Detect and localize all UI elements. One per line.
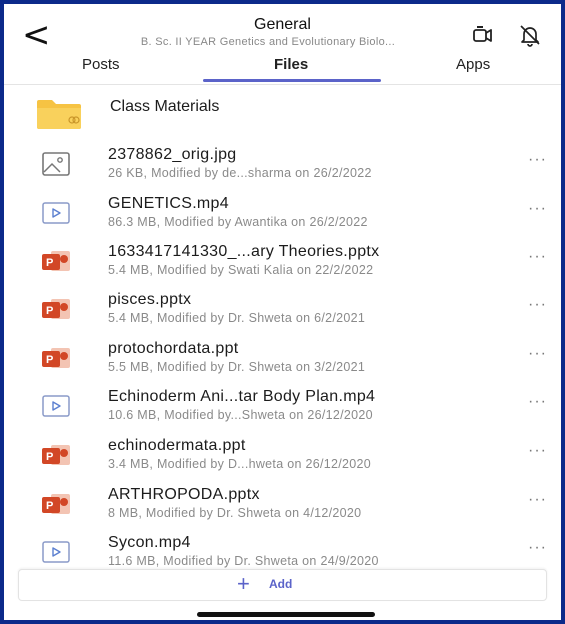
file-name: echinodermata.ppt bbox=[108, 437, 246, 454]
team-subtitle: B. Sc. II YEAR Genetics and Evolutionary… bbox=[140, 36, 396, 48]
notifications-off-icon[interactable] bbox=[517, 22, 543, 48]
more-options-icon[interactable]: ··· bbox=[528, 200, 547, 218]
file-name: Sycon.mp4 bbox=[108, 534, 191, 551]
file-meta: 86.3 MB, Modified by Awantika on 26/2/20… bbox=[108, 215, 368, 229]
svg-text:P: P bbox=[46, 305, 53, 317]
svg-text:P: P bbox=[46, 500, 53, 512]
file-row[interactable]: GENETICS.mp4 86.3 MB, Modified by Awantik… bbox=[4, 190, 561, 238]
home-indicator bbox=[197, 612, 375, 617]
more-options-icon[interactable]: ··· bbox=[528, 539, 547, 557]
svg-text:P: P bbox=[46, 451, 53, 463]
file-meta: 3.4 MB, Modified by D...hweta on 26/12/2… bbox=[108, 457, 372, 471]
tab-apps[interactable]: Apps bbox=[456, 56, 490, 73]
file-meta: 8 MB, Modified by Dr. Shweta on 4/12/202… bbox=[108, 506, 362, 520]
header: < General B. Sc. II YEAR Genetics and Ev… bbox=[4, 4, 561, 92]
file-row[interactable]: P ARTHROPODA.pptx 8 MB, Modified by Dr. Sh… bbox=[4, 481, 561, 529]
powerpoint-file-icon: P bbox=[42, 348, 70, 368]
file-meta: 11.6 MB, Modified by Dr. Shweta on 24/9/… bbox=[108, 554, 379, 568]
tab-files[interactable]: Files bbox=[274, 56, 308, 73]
video-file-icon bbox=[42, 395, 70, 417]
powerpoint-file-icon: P bbox=[42, 494, 70, 514]
more-options-icon[interactable]: ··· bbox=[528, 296, 547, 314]
file-name: 2378862_orig.jpg bbox=[108, 146, 237, 163]
add-button[interactable]: + Add bbox=[18, 569, 547, 601]
file-name: GENETICS.mp4 bbox=[108, 195, 229, 212]
meet-now-icon[interactable] bbox=[469, 22, 495, 48]
teams-files-screen: < General B. Sc. II YEAR Genetics and Ev… bbox=[0, 0, 565, 624]
header-divider bbox=[4, 84, 561, 85]
file-row[interactable]: Pechinodermata.ppt 3.4 MB, Modified by D.… bbox=[4, 432, 561, 480]
more-options-icon[interactable]: ··· bbox=[528, 248, 547, 266]
file-meta: 5.5 MB, Modified by Dr. Shweta on 3/2/20… bbox=[108, 360, 366, 374]
image-file-icon bbox=[42, 152, 70, 176]
file-name: pisces.pptx bbox=[108, 291, 192, 308]
svg-text:P: P bbox=[46, 257, 53, 269]
file-row[interactable]: Echinoderm Ani...tar Body Plan.mp4 10.6 M… bbox=[4, 383, 561, 431]
file-meta: 5.4 MB, Modified by Dr. Shweta on 6/2/20… bbox=[108, 311, 366, 325]
plus-icon: + bbox=[237, 571, 250, 596]
svg-text:P: P bbox=[46, 354, 53, 366]
file-row[interactable]: Pprotochordata.ppt 5.5 MB, Modified by Dr… bbox=[4, 335, 561, 383]
file-row[interactable]: P 1633417141330_...ary Theories.pptx 5.4 M… bbox=[4, 238, 561, 286]
active-tab-indicator bbox=[203, 79, 381, 82]
folder-row[interactable]: Class Materials bbox=[4, 90, 561, 132]
powerpoint-file-icon: P bbox=[42, 299, 70, 319]
file-meta: 10.6 MB, Modified by...Shweta on 26/12/2… bbox=[108, 408, 373, 422]
folder-icon bbox=[37, 100, 81, 129]
more-options-icon[interactable]: ··· bbox=[528, 345, 547, 363]
video-file-icon bbox=[42, 541, 70, 563]
file-row[interactable]: 2378862_orig.jpg 26 KB, Modified by de...… bbox=[4, 141, 561, 189]
more-options-icon[interactable]: ··· bbox=[528, 442, 547, 460]
file-name: ARTHROPODA.pptx bbox=[108, 486, 260, 503]
file-name: Echinoderm Ani...tar Body Plan.mp4 bbox=[108, 388, 376, 405]
more-options-icon[interactable]: ··· bbox=[528, 151, 547, 169]
tab-posts[interactable]: Posts bbox=[82, 56, 120, 73]
more-options-icon[interactable]: ··· bbox=[528, 393, 547, 411]
folder-name: Class Materials bbox=[110, 98, 220, 115]
powerpoint-file-icon: P bbox=[42, 445, 70, 465]
powerpoint-file-icon: P bbox=[42, 251, 70, 271]
video-file-icon bbox=[42, 202, 70, 224]
file-row[interactable]: Ppisces.pptx 5.4 MB, Modified by Dr. Shwe… bbox=[4, 286, 561, 334]
more-options-icon[interactable]: ··· bbox=[528, 491, 547, 509]
file-meta: 5.4 MB, Modified by Swati Kalia on 22/2/… bbox=[108, 263, 374, 277]
file-meta: 26 KB, Modified by de...sharma on 26/2/2… bbox=[108, 166, 372, 180]
add-label: Add bbox=[269, 577, 293, 591]
file-name: 1633417141330_...ary Theories.pptx bbox=[108, 243, 380, 260]
file-name: protochordata.ppt bbox=[108, 340, 239, 357]
